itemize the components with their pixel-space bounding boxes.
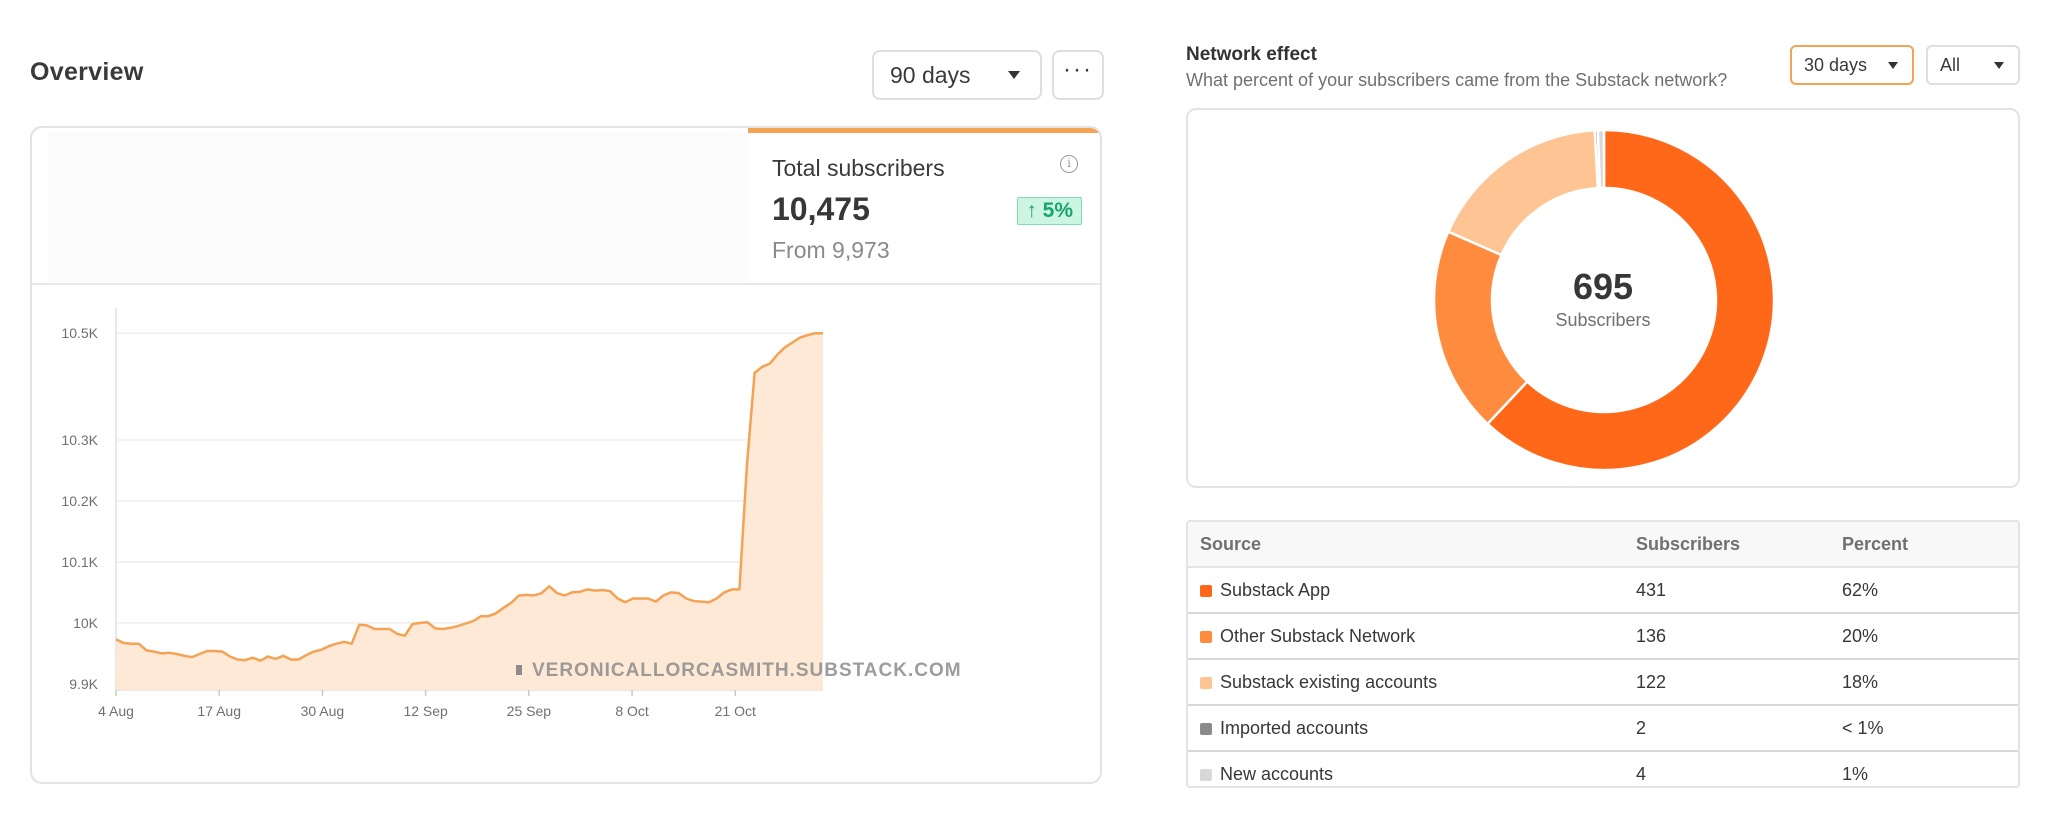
legend-swatch <box>1200 585 1212 597</box>
legend-swatch <box>1200 723 1212 735</box>
row-percent: < 1% <box>1842 718 1884 738</box>
caret-down-icon <box>1888 61 1898 69</box>
period-select-value: 30 days <box>1804 54 1868 75</box>
range-select-value: 90 days <box>890 61 971 88</box>
legend-swatch <box>1200 769 1212 781</box>
more-options-button[interactable]: ··· <box>1052 50 1104 100</box>
row-source: Other Substack Network <box>1220 626 1416 646</box>
table-row[interactable]: Substack existing accounts 122 18% <box>1188 660 2018 706</box>
row-source: Substack existing accounts <box>1220 672 1438 692</box>
x-tick-label: 4 Aug <box>98 703 134 719</box>
source-table: Source Subscribers Percent Substack App … <box>1186 520 2020 788</box>
x-tick-label: 12 Sep <box>403 703 448 719</box>
network-effect-subtitle: What percent of your subscribers came fr… <box>1186 70 1728 90</box>
x-tick-label: 30 Aug <box>301 703 345 719</box>
donut-center-label: Subscribers <box>1555 310 1651 330</box>
row-subscribers: 2 <box>1636 718 1647 738</box>
legend-swatch <box>1200 631 1212 643</box>
network-effect-title: Network effect <box>1186 44 1317 65</box>
x-tick-label: 21 Oct <box>715 703 756 719</box>
caret-down-icon <box>1008 71 1020 79</box>
table-row[interactable]: Other Substack Network 136 20% <box>1188 614 2018 660</box>
row-percent: 20% <box>1842 626 1879 646</box>
row-percent: 1% <box>1842 764 1869 784</box>
row-percent: 18% <box>1842 672 1879 692</box>
x-tick-label: 25 Sep <box>507 703 552 719</box>
donut-slice <box>1596 128 1606 190</box>
row-subscribers: 122 <box>1636 672 1667 692</box>
range-select[interactable]: 90 days <box>872 50 1042 100</box>
x-tick-label: 8 Oct <box>615 703 649 719</box>
row-source: Substack App <box>1220 580 1331 600</box>
y-tick-label: 9.9K <box>69 676 98 692</box>
overview-title: Overview <box>30 58 144 86</box>
y-tick-label: 10.2K <box>61 493 98 509</box>
area-fill <box>116 333 823 690</box>
row-source: New accounts <box>1220 764 1334 784</box>
legend-swatch <box>1200 677 1212 689</box>
row-subscribers: 4 <box>1636 764 1647 784</box>
watermark: VERONICALLORCASMITH.SUBSTACK.COM <box>516 660 962 681</box>
donut-slice <box>1446 128 1600 257</box>
bookmark-icon <box>516 665 522 675</box>
header-source[interactable]: Source <box>1200 534 1261 555</box>
x-tick-label: 17 Aug <box>197 703 241 719</box>
donut-center-value: 695 <box>1572 266 1634 307</box>
filter-select-value: All <box>1940 54 1961 75</box>
table-row[interactable]: New accounts 4 1% <box>1188 752 2018 786</box>
row-subscribers: 136 <box>1636 626 1667 646</box>
table-row[interactable]: Substack App 431 62% <box>1188 568 2018 614</box>
subscribers-area-chart: 9.9K 10K 10.1K 10.2K 10.3K 10.5K 4 Aug 17 Aug 30… <box>61 308 962 719</box>
row-source: Imported accounts <box>1220 718 1369 738</box>
y-tick-label: 10.3K <box>61 432 98 448</box>
caret-down-icon <box>1994 61 2004 69</box>
header-subscribers[interactable]: Subscribers <box>1636 534 1740 555</box>
row-subscribers: 431 <box>1636 580 1667 600</box>
table-header: Source Subscribers Percent <box>1188 522 2018 568</box>
y-tick-label: 10.5K <box>61 325 98 341</box>
y-tick-label: 10K <box>73 615 99 631</box>
period-select[interactable]: 30 days <box>1790 45 1914 85</box>
table-row[interactable]: Imported accounts 2 < 1% <box>1188 706 2018 752</box>
y-tick-label: 10.1K <box>61 554 98 570</box>
row-percent: 62% <box>1842 580 1879 600</box>
watermark-text: VERONICALLORCASMITH.SUBSTACK.COM <box>532 660 962 681</box>
filter-select[interactable]: All <box>1926 45 2020 85</box>
more-horizontal-icon: ··· <box>1063 56 1093 83</box>
subscribers-card: Total subscribers i 10,475 ↑ 5% From 9,9… <box>30 126 1102 784</box>
header-percent[interactable]: Percent <box>1842 534 1908 555</box>
